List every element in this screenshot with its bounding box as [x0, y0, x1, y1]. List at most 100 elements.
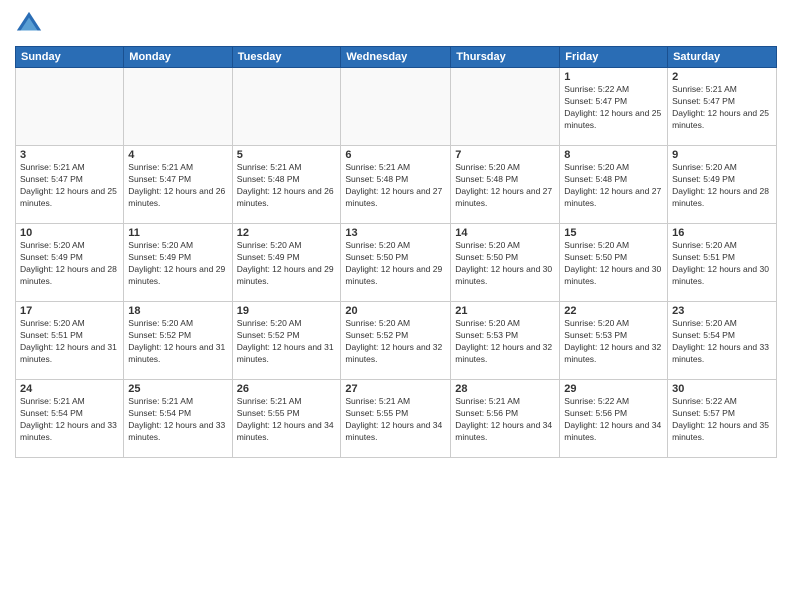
calendar-cell: 17Sunrise: 5:20 AMSunset: 5:51 PMDayligh… — [16, 302, 124, 380]
day-info: Sunrise: 5:21 AMSunset: 5:47 PMDaylight:… — [128, 162, 227, 210]
day-number: 25 — [128, 383, 227, 395]
calendar-cell: 28Sunrise: 5:21 AMSunset: 5:56 PMDayligh… — [451, 380, 560, 458]
day-number: 26 — [237, 383, 337, 395]
day-number: 3 — [20, 149, 119, 161]
day-number: 9 — [672, 149, 772, 161]
page: SundayMondayTuesdayWednesdayThursdayFrid… — [0, 0, 792, 612]
day-number: 28 — [455, 383, 555, 395]
day-info: Sunrise: 5:20 AMSunset: 5:49 PMDaylight:… — [20, 240, 119, 288]
calendar: SundayMondayTuesdayWednesdayThursdayFrid… — [15, 46, 777, 458]
day-info: Sunrise: 5:20 AMSunset: 5:49 PMDaylight:… — [672, 162, 772, 210]
calendar-week-1: 1Sunrise: 5:22 AMSunset: 5:47 PMDaylight… — [16, 68, 777, 146]
day-number: 5 — [237, 149, 337, 161]
calendar-header-friday: Friday — [560, 47, 668, 68]
header — [15, 10, 777, 38]
calendar-cell — [16, 68, 124, 146]
day-info: Sunrise: 5:21 AMSunset: 5:47 PMDaylight:… — [672, 84, 772, 132]
calendar-cell: 18Sunrise: 5:20 AMSunset: 5:52 PMDayligh… — [124, 302, 232, 380]
calendar-cell: 19Sunrise: 5:20 AMSunset: 5:52 PMDayligh… — [232, 302, 341, 380]
day-info: Sunrise: 5:21 AMSunset: 5:56 PMDaylight:… — [455, 396, 555, 444]
day-number: 10 — [20, 227, 119, 239]
day-number: 16 — [672, 227, 772, 239]
calendar-cell: 16Sunrise: 5:20 AMSunset: 5:51 PMDayligh… — [668, 224, 777, 302]
logo — [15, 10, 47, 38]
calendar-week-4: 17Sunrise: 5:20 AMSunset: 5:51 PMDayligh… — [16, 302, 777, 380]
calendar-cell: 15Sunrise: 5:20 AMSunset: 5:50 PMDayligh… — [560, 224, 668, 302]
day-info: Sunrise: 5:20 AMSunset: 5:48 PMDaylight:… — [564, 162, 663, 210]
calendar-cell — [341, 68, 451, 146]
day-number: 13 — [345, 227, 446, 239]
day-info: Sunrise: 5:20 AMSunset: 5:52 PMDaylight:… — [237, 318, 337, 366]
calendar-cell: 22Sunrise: 5:20 AMSunset: 5:53 PMDayligh… — [560, 302, 668, 380]
day-number: 15 — [564, 227, 663, 239]
calendar-header-thursday: Thursday — [451, 47, 560, 68]
day-info: Sunrise: 5:22 AMSunset: 5:57 PMDaylight:… — [672, 396, 772, 444]
calendar-cell: 23Sunrise: 5:20 AMSunset: 5:54 PMDayligh… — [668, 302, 777, 380]
calendar-cell: 4Sunrise: 5:21 AMSunset: 5:47 PMDaylight… — [124, 146, 232, 224]
day-number: 1 — [564, 71, 663, 83]
calendar-cell: 29Sunrise: 5:22 AMSunset: 5:56 PMDayligh… — [560, 380, 668, 458]
day-number: 4 — [128, 149, 227, 161]
calendar-cell — [124, 68, 232, 146]
day-number: 14 — [455, 227, 555, 239]
logo-icon — [15, 10, 43, 38]
day-info: Sunrise: 5:20 AMSunset: 5:50 PMDaylight:… — [564, 240, 663, 288]
calendar-cell: 9Sunrise: 5:20 AMSunset: 5:49 PMDaylight… — [668, 146, 777, 224]
calendar-cell: 14Sunrise: 5:20 AMSunset: 5:50 PMDayligh… — [451, 224, 560, 302]
day-info: Sunrise: 5:21 AMSunset: 5:55 PMDaylight:… — [345, 396, 446, 444]
calendar-week-3: 10Sunrise: 5:20 AMSunset: 5:49 PMDayligh… — [16, 224, 777, 302]
day-info: Sunrise: 5:20 AMSunset: 5:49 PMDaylight:… — [128, 240, 227, 288]
day-number: 7 — [455, 149, 555, 161]
calendar-cell: 25Sunrise: 5:21 AMSunset: 5:54 PMDayligh… — [124, 380, 232, 458]
day-info: Sunrise: 5:20 AMSunset: 5:52 PMDaylight:… — [345, 318, 446, 366]
day-info: Sunrise: 5:20 AMSunset: 5:50 PMDaylight:… — [345, 240, 446, 288]
day-info: Sunrise: 5:20 AMSunset: 5:54 PMDaylight:… — [672, 318, 772, 366]
day-info: Sunrise: 5:21 AMSunset: 5:54 PMDaylight:… — [128, 396, 227, 444]
day-info: Sunrise: 5:21 AMSunset: 5:47 PMDaylight:… — [20, 162, 119, 210]
calendar-cell — [451, 68, 560, 146]
day-number: 29 — [564, 383, 663, 395]
day-info: Sunrise: 5:20 AMSunset: 5:51 PMDaylight:… — [672, 240, 772, 288]
day-number: 24 — [20, 383, 119, 395]
calendar-header-sunday: Sunday — [16, 47, 124, 68]
day-number: 6 — [345, 149, 446, 161]
day-info: Sunrise: 5:20 AMSunset: 5:51 PMDaylight:… — [20, 318, 119, 366]
calendar-header-saturday: Saturday — [668, 47, 777, 68]
calendar-cell: 3Sunrise: 5:21 AMSunset: 5:47 PMDaylight… — [16, 146, 124, 224]
day-info: Sunrise: 5:20 AMSunset: 5:52 PMDaylight:… — [128, 318, 227, 366]
day-info: Sunrise: 5:20 AMSunset: 5:49 PMDaylight:… — [237, 240, 337, 288]
calendar-header-wednesday: Wednesday — [341, 47, 451, 68]
calendar-cell: 1Sunrise: 5:22 AMSunset: 5:47 PMDaylight… — [560, 68, 668, 146]
day-number: 8 — [564, 149, 663, 161]
calendar-cell — [232, 68, 341, 146]
calendar-cell: 12Sunrise: 5:20 AMSunset: 5:49 PMDayligh… — [232, 224, 341, 302]
calendar-cell: 20Sunrise: 5:20 AMSunset: 5:52 PMDayligh… — [341, 302, 451, 380]
calendar-cell: 24Sunrise: 5:21 AMSunset: 5:54 PMDayligh… — [16, 380, 124, 458]
calendar-cell: 30Sunrise: 5:22 AMSunset: 5:57 PMDayligh… — [668, 380, 777, 458]
day-number: 30 — [672, 383, 772, 395]
day-number: 12 — [237, 227, 337, 239]
calendar-header-monday: Monday — [124, 47, 232, 68]
calendar-week-2: 3Sunrise: 5:21 AMSunset: 5:47 PMDaylight… — [16, 146, 777, 224]
day-number: 11 — [128, 227, 227, 239]
day-info: Sunrise: 5:20 AMSunset: 5:50 PMDaylight:… — [455, 240, 555, 288]
day-info: Sunrise: 5:21 AMSunset: 5:54 PMDaylight:… — [20, 396, 119, 444]
day-info: Sunrise: 5:21 AMSunset: 5:48 PMDaylight:… — [237, 162, 337, 210]
calendar-cell: 10Sunrise: 5:20 AMSunset: 5:49 PMDayligh… — [16, 224, 124, 302]
day-number: 17 — [20, 305, 119, 317]
day-info: Sunrise: 5:22 AMSunset: 5:56 PMDaylight:… — [564, 396, 663, 444]
calendar-cell: 11Sunrise: 5:20 AMSunset: 5:49 PMDayligh… — [124, 224, 232, 302]
day-info: Sunrise: 5:21 AMSunset: 5:48 PMDaylight:… — [345, 162, 446, 210]
day-info: Sunrise: 5:20 AMSunset: 5:53 PMDaylight:… — [564, 318, 663, 366]
calendar-cell: 6Sunrise: 5:21 AMSunset: 5:48 PMDaylight… — [341, 146, 451, 224]
day-info: Sunrise: 5:20 AMSunset: 5:48 PMDaylight:… — [455, 162, 555, 210]
day-number: 18 — [128, 305, 227, 317]
day-number: 22 — [564, 305, 663, 317]
calendar-cell: 7Sunrise: 5:20 AMSunset: 5:48 PMDaylight… — [451, 146, 560, 224]
day-number: 20 — [345, 305, 446, 317]
calendar-header-row: SundayMondayTuesdayWednesdayThursdayFrid… — [16, 47, 777, 68]
calendar-week-5: 24Sunrise: 5:21 AMSunset: 5:54 PMDayligh… — [16, 380, 777, 458]
calendar-cell: 5Sunrise: 5:21 AMSunset: 5:48 PMDaylight… — [232, 146, 341, 224]
day-info: Sunrise: 5:22 AMSunset: 5:47 PMDaylight:… — [564, 84, 663, 132]
day-number: 19 — [237, 305, 337, 317]
